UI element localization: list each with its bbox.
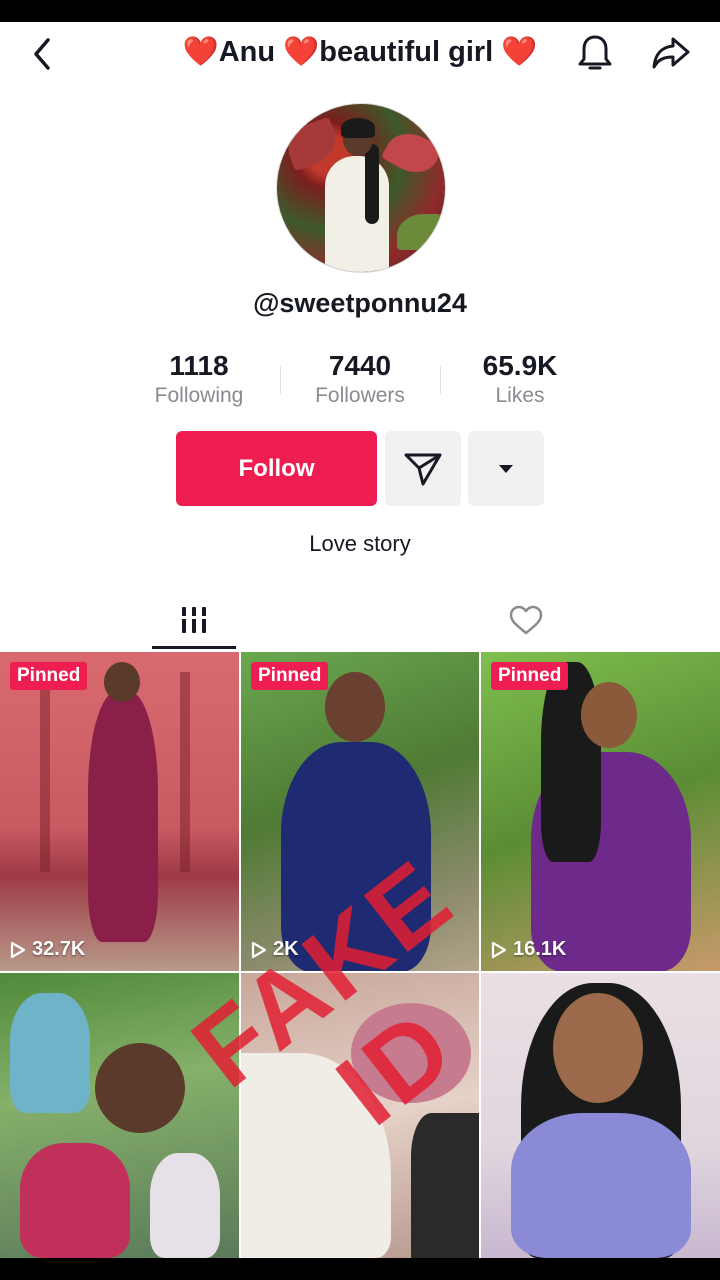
- profile-display-name: ❤️Anu ❤️beautiful girl ❤️: [182, 36, 538, 68]
- message-button[interactable]: [385, 431, 461, 506]
- stat-value: 7440: [328, 350, 392, 381]
- stat-label: Followers: [315, 384, 405, 407]
- grid-bars-icon: [180, 607, 208, 633]
- back-button[interactable]: [22, 34, 62, 74]
- stat-label: Likes: [495, 384, 545, 407]
- stat-followers[interactable]: 7440 Followers: [280, 350, 440, 408]
- paper-plane-icon: [404, 453, 442, 485]
- profile-stats: 1118 Following 7440 Followers 65.9K Like…: [0, 350, 720, 420]
- stat-value: 1118: [169, 350, 229, 381]
- profile-screen: ❤️Anu ❤️beautiful girl ❤️ @sweetponnu24 …: [0, 22, 720, 1258]
- profile-bio: Love story: [309, 531, 411, 556]
- username: @sweetponnu24: [253, 288, 467, 318]
- share-arrow-icon: [652, 37, 690, 69]
- stat-value: 65.9K: [482, 350, 558, 381]
- pinned-badge: Pinned: [251, 662, 329, 690]
- pinned-badge: Pinned: [491, 662, 569, 690]
- play-icon: [10, 941, 26, 958]
- view-count-text: 32.7K: [32, 938, 86, 960]
- tab-liked[interactable]: [484, 590, 568, 650]
- active-tab-indicator: [152, 646, 236, 649]
- pinned-badge: Pinned: [10, 662, 88, 690]
- tab-videos[interactable]: [152, 590, 236, 650]
- view-count: 32.7K: [10, 938, 85, 961]
- more-options-button[interactable]: [468, 431, 544, 506]
- share-button[interactable]: [648, 30, 694, 76]
- heart-outline-icon: [509, 605, 543, 635]
- stat-label: Following: [154, 384, 244, 407]
- video-thumbnail[interactable]: Pinned 32.7K: [0, 652, 239, 971]
- content-tabs: [0, 590, 720, 650]
- stat-following[interactable]: 1118 Following: [119, 350, 279, 408]
- follow-button[interactable]: Follow: [176, 431, 377, 506]
- profile-avatar[interactable]: [276, 103, 446, 273]
- stat-likes[interactable]: 65.9K Likes: [440, 350, 600, 408]
- notifications-button[interactable]: [572, 30, 618, 76]
- top-bar: ❤️Anu ❤️beautiful girl ❤️: [0, 22, 720, 86]
- caret-down-icon: [499, 464, 513, 473]
- chevron-left-icon: [34, 38, 50, 70]
- bell-icon: [578, 35, 612, 70]
